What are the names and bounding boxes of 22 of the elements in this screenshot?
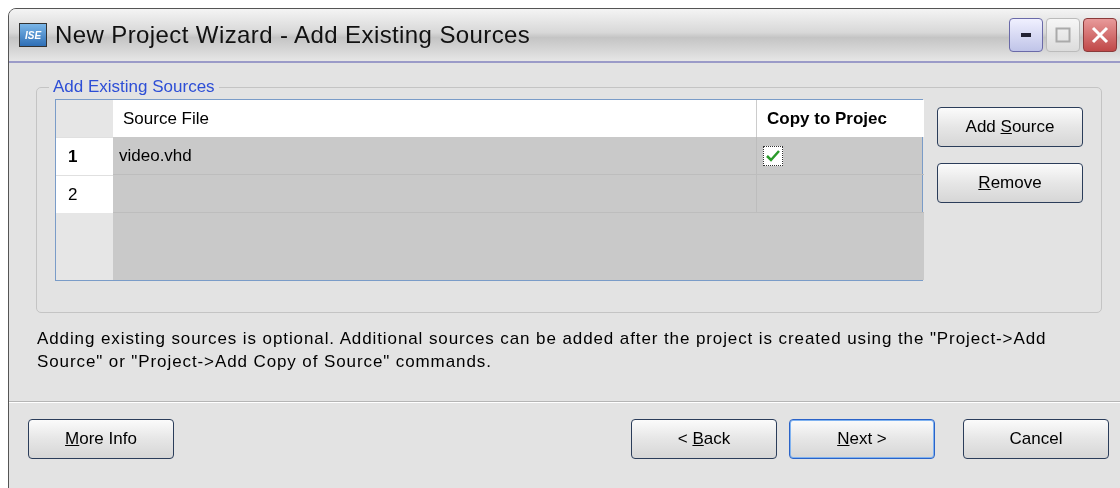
wizard-button[interactable]: More Info [28,419,174,459]
header-corner [56,100,113,137]
side-button[interactable]: Remove [937,163,1083,203]
description-text: Adding existing sources is optional. Additional sources can be added after the project is created using the "Project->Add Source" or "Project->Add Copy of Source" commands. [37,328,1048,373]
minimize-icon [1020,32,1032,38]
wizard-button[interactable]: < Back [631,419,777,459]
row-number: 2 [56,175,113,213]
close-icon [1091,26,1109,44]
row-number: 1 [56,137,113,175]
column-header[interactable]: Copy to Projec [756,100,924,137]
window-title: New Project Wizard - Add Existing Sources [55,21,532,49]
default-button[interactable]: Next > [789,419,935,459]
wizard-button[interactable]: Cancel [963,419,1109,459]
close-button[interactable] [1083,18,1117,52]
table-cell[interactable]: video.vhd [113,137,756,175]
maximize-icon [1055,27,1071,43]
copy-checkbox[interactable] [763,145,783,166]
minimize-button[interactable] [1009,18,1043,52]
column-header[interactable]: Source File [113,100,756,137]
side-button[interactable]: Add Source [937,107,1083,147]
app-icon: ISE [19,23,47,47]
group-title: Add Existing Sources [52,77,216,97]
